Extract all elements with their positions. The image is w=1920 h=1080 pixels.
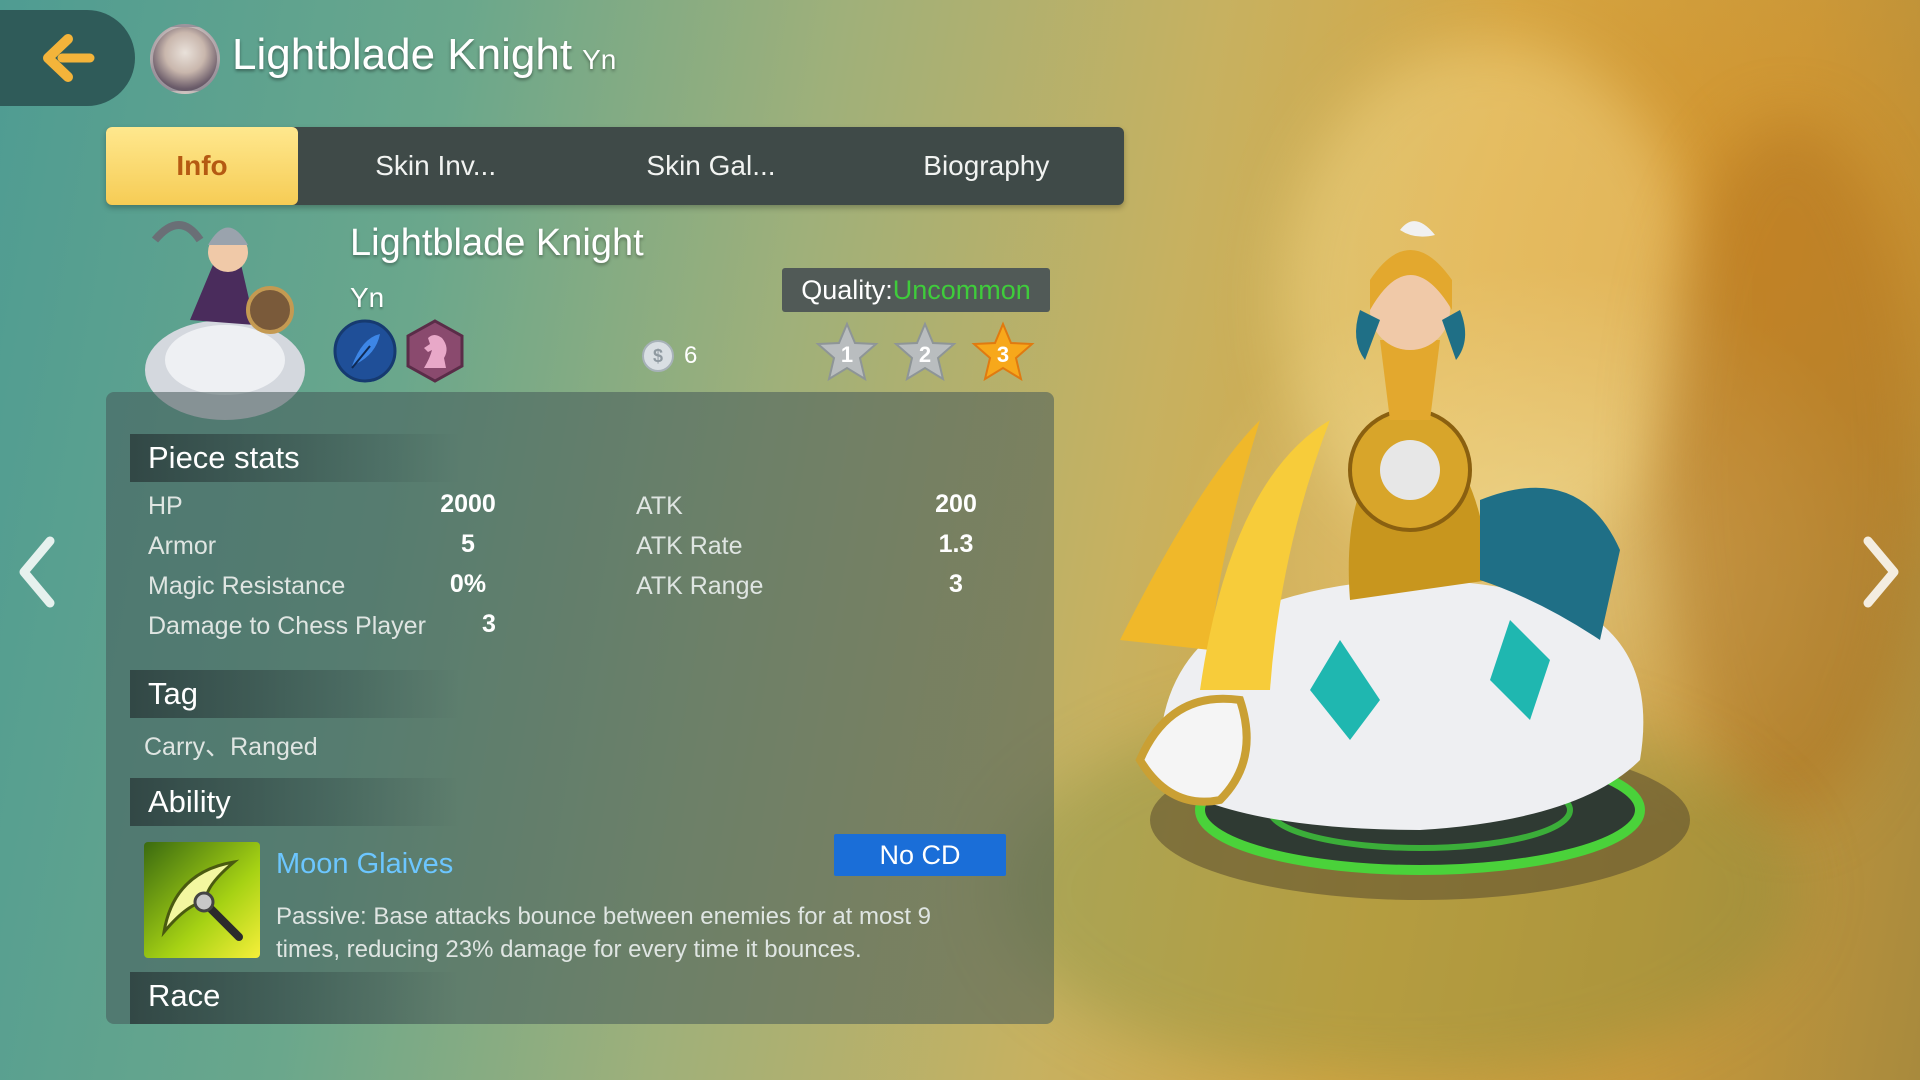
ability-name: Moon Glaives (276, 848, 454, 880)
stat-label-atk: ATK (636, 492, 683, 520)
stat-label-hp: HP (148, 492, 183, 520)
stat-value-atk-range: 3 (949, 570, 963, 598)
glaive-icon (161, 859, 243, 941)
stat-value-atk: 200 (935, 490, 977, 518)
stat-label-magic-resistance: Magic Resistance (148, 572, 346, 600)
feather-trait-icon[interactable] (332, 318, 398, 384)
tab-bar: Info Skin Inv... Skin Gal... Biography (106, 127, 1124, 205)
title-text: Lightblade Knight (232, 30, 573, 79)
previous-hero-arrow-icon[interactable] (14, 535, 58, 609)
tag-text: Carry、Ranged (144, 733, 318, 761)
tab-info[interactable]: Info (106, 127, 298, 205)
stat-label-armor: Armor (148, 532, 217, 560)
ability-heading: Ability (130, 778, 460, 826)
page-title: Lightblade Knight Yn (232, 30, 616, 80)
stat-value-atk-rate: 1.3 (938, 530, 974, 558)
tab-skin-inventory[interactable]: Skin Inv... (298, 150, 573, 182)
hero-race: Yn (350, 282, 385, 313)
next-hero-arrow-icon[interactable] (1860, 535, 1904, 609)
star-number: 2 (918, 342, 932, 367)
hero-avatar (150, 24, 220, 94)
quality-badge: Quality: Uncommon (782, 268, 1050, 312)
star-level-3[interactable]: 3 (971, 320, 1035, 384)
star-level-2[interactable]: 2 (893, 320, 957, 384)
stat-label-damage-to-player: Damage to Chess Player (148, 612, 426, 640)
hero-name: Lightblade Knight (350, 222, 644, 264)
star-level-1[interactable]: 1 (815, 320, 879, 384)
moon-glaives-icon (144, 842, 260, 958)
star-number: 1 (840, 342, 854, 367)
stat-label-atk-range: ATK Range (636, 572, 764, 600)
back-button[interactable] (0, 10, 135, 106)
stat-value-armor: 5 (461, 530, 475, 558)
stat-label-atk-rate: ATK Rate (636, 532, 743, 560)
star-number: 3 (996, 342, 1010, 367)
cost-value: 6 (684, 342, 698, 369)
quality-label: Quality: (801, 274, 893, 305)
tag-heading: Tag (130, 670, 460, 718)
race-heading: Race (130, 972, 460, 1024)
tab-skin-gallery[interactable]: Skin Gal... (573, 150, 848, 182)
hero-3d-model[interactable] (1080, 220, 1740, 940)
star-level-selector: 1 2 3 (815, 320, 1035, 384)
back-arrow-icon (42, 34, 94, 82)
knight-trait-icon[interactable] (402, 318, 468, 384)
hero-cost: $ 6 (642, 340, 697, 372)
title-subtitle: Yn (582, 44, 617, 75)
stat-value-magic-resistance: 0% (449, 570, 487, 598)
quality-value: Uncommon (892, 274, 1031, 305)
cooldown-badge: No CD (834, 834, 1006, 876)
stat-value-hp: 2000 (440, 490, 496, 518)
stat-value-damage-to-player: 3 (482, 610, 496, 638)
coin-icon: $ (642, 340, 674, 372)
piece-stats-heading: Piece stats (130, 434, 460, 482)
ability-description: Passive: Base attacks bounce between ene… (276, 903, 932, 963)
info-panel[interactable]: Piece stats HP 2000 Armor 5 Magic Resist… (106, 392, 1054, 1024)
tab-biography[interactable]: Biography (849, 150, 1124, 182)
